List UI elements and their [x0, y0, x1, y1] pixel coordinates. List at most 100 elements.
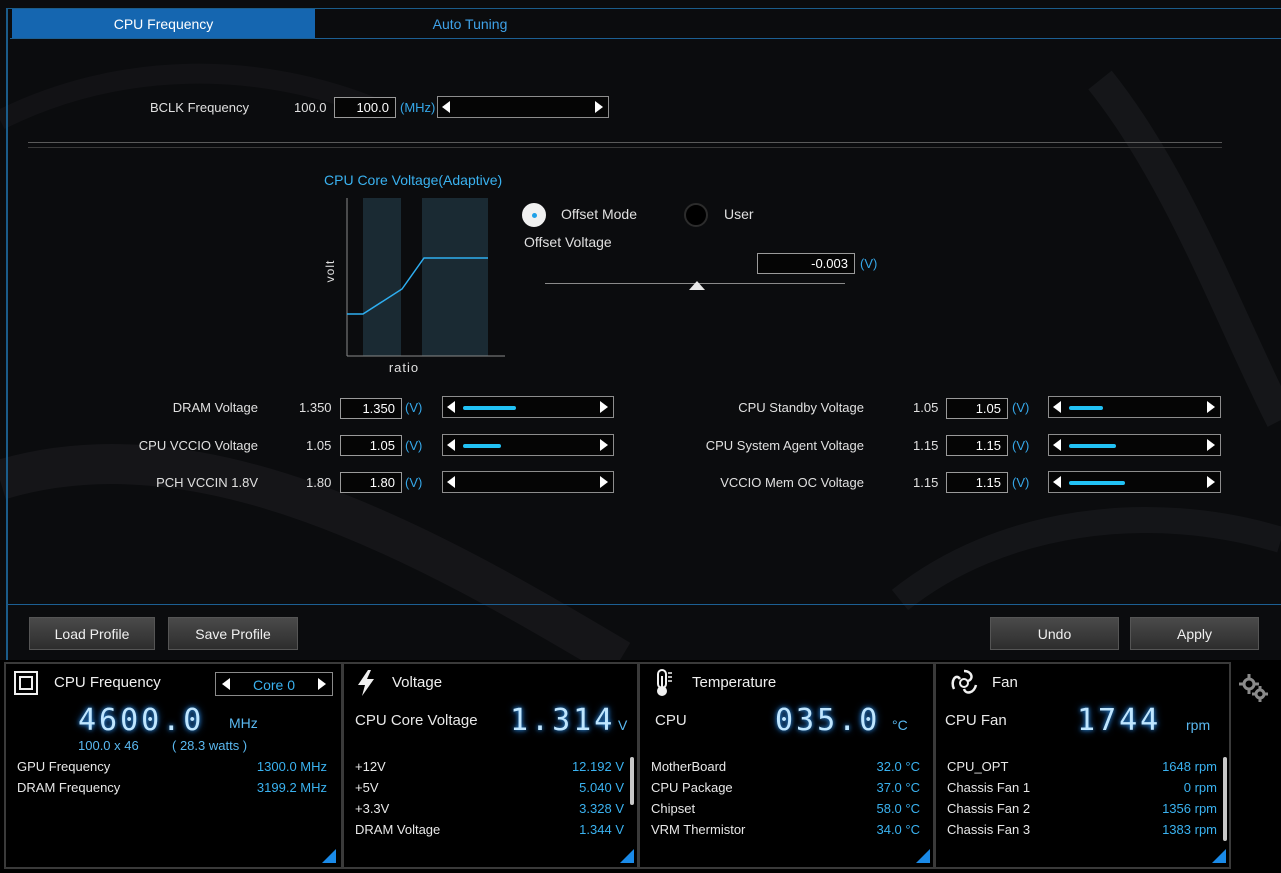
fan-row-value: 0 rpm	[1183, 780, 1217, 795]
gear-icon[interactable]	[1238, 673, 1270, 705]
arrow-right-icon[interactable]	[600, 476, 608, 488]
vccio-mem-oc-voltage-label: VCCIO Mem OC Voltage	[720, 475, 864, 490]
cpu-standby-voltage-input[interactable]: 1.05	[946, 398, 1008, 419]
fan-row-label: CPU_OPT	[947, 759, 1009, 774]
arrow-right-icon[interactable]	[318, 678, 326, 690]
expand-corner-icon[interactable]	[322, 849, 336, 863]
voltage-scrollbar[interactable]	[630, 757, 634, 805]
expand-corner-icon[interactable]	[1212, 849, 1226, 863]
graph-ylabel: volt	[323, 260, 337, 283]
bclk-input[interactable]: 100.0	[334, 97, 396, 118]
fan-panel-title: Fan	[992, 674, 1018, 691]
cpu-vccio-voltage-label: CPU VCCIO Voltage	[138, 438, 258, 453]
arrow-left-icon[interactable]	[447, 401, 455, 413]
cpu-vccio-voltage-current: 1.05	[306, 438, 332, 453]
pch-vccin-input[interactable]: 1.80	[340, 472, 402, 493]
voltage-row-label: DRAM Voltage	[355, 822, 441, 837]
pch-vccin-unit: (V)	[405, 475, 423, 490]
offset-mode-radio[interactable]	[522, 203, 546, 227]
thermometer-icon	[657, 669, 672, 696]
tab-cpu-frequency[interactable]: CPU Frequency	[12, 9, 315, 38]
offset-voltage-unit: (V)	[860, 256, 878, 271]
slider-fill	[463, 406, 516, 410]
cpu-fan-value: 1744	[1077, 703, 1162, 738]
cpu-temperature-label: CPU	[655, 712, 687, 729]
dram-voltage-label: DRAM Voltage	[172, 400, 258, 415]
dram-voltage-unit: (V)	[405, 400, 423, 415]
cpu-vccio-voltage-slider[interactable]	[442, 434, 614, 456]
cpu-vccio-voltage-input[interactable]: 1.05	[340, 435, 402, 456]
dram-voltage-slider[interactable]	[442, 396, 614, 418]
voltage-curve-graph: volt ratio	[323, 198, 505, 375]
arrow-left-icon[interactable]	[447, 476, 455, 488]
core-select[interactable]: Core 0	[215, 672, 333, 696]
undo-button[interactable]: Undo	[990, 617, 1119, 650]
cpu-standby-voltage-slider[interactable]	[1048, 396, 1221, 418]
temperature-panel-title: Temperature	[692, 674, 777, 691]
load-profile-button[interactable]: Load Profile	[29, 617, 155, 650]
slider-thumb-icon[interactable]	[689, 281, 705, 290]
lightning-icon	[358, 670, 374, 696]
cpu-system-agent-voltage-slider[interactable]	[1048, 434, 1221, 456]
arrow-left-icon[interactable]	[1053, 401, 1061, 413]
graph-xlabel: ratio	[389, 360, 419, 375]
arrow-right-icon[interactable]	[1207, 476, 1215, 488]
voltage-row-label: +12V	[355, 759, 386, 774]
tab-auto-tuning[interactable]: Auto Tuning	[320, 9, 620, 38]
pch-vccin-slider[interactable]	[442, 471, 614, 493]
slider-fill	[1069, 406, 1103, 410]
graph-band	[363, 198, 401, 356]
user-mode-radio[interactable]	[684, 203, 708, 227]
vccio-mem-oc-voltage-input[interactable]: 1.15	[946, 472, 1008, 493]
cpu-fan-unit: rpm	[1186, 717, 1211, 733]
voltage-row-value: 5.040 V	[579, 780, 624, 795]
expand-corner-icon[interactable]	[620, 849, 634, 863]
arrow-left-icon[interactable]	[1053, 476, 1061, 488]
graph-band	[422, 198, 488, 356]
arrow-left-icon[interactable]	[1053, 439, 1061, 451]
offset-voltage-label: Offset Voltage	[524, 234, 612, 250]
cpu-frequency-value: 4600.0	[78, 703, 205, 738]
fan-row-value: 1648 rpm	[1162, 759, 1217, 774]
save-profile-button[interactable]: Save Profile	[168, 617, 298, 650]
voltage-row-value: 1.344 V	[579, 822, 624, 837]
temperature-row-label: MotherBoard	[651, 759, 727, 774]
bclk-slider[interactable]	[437, 96, 609, 118]
apply-button[interactable]: Apply	[1130, 617, 1259, 650]
bclk-unit: (MHz)	[400, 100, 436, 115]
arrow-left-icon[interactable]	[442, 101, 450, 113]
cpu-core-voltage-value: 1.314	[510, 703, 616, 738]
cpu-system-agent-voltage-input[interactable]: 1.15	[946, 435, 1008, 456]
user-mode-label: User	[724, 206, 754, 222]
bclk-label: BCLK Frequency	[150, 100, 249, 115]
vccio-mem-oc-voltage-unit: (V)	[1012, 475, 1030, 490]
temperature-row-value: 58.0 °C	[876, 801, 920, 816]
voltage-row-value: 3.328 V	[579, 801, 624, 816]
arrow-right-icon[interactable]	[600, 401, 608, 413]
bclk-current: 100.0	[294, 100, 327, 115]
tab-bar: CPU Frequency Auto Tuning	[10, 9, 1281, 39]
divider	[8, 604, 1281, 605]
graph-title: CPU Core Voltage(Adaptive)	[324, 172, 503, 188]
arrow-right-icon[interactable]	[600, 439, 608, 451]
temperature-row-value: 37.0 °C	[876, 780, 920, 795]
temperature-row-label: VRM Thermistor	[651, 822, 746, 837]
temperature-row-label: CPU Package	[651, 780, 733, 795]
cpu-system-agent-voltage-current: 1.15	[913, 438, 939, 453]
arrow-right-icon[interactable]	[595, 101, 603, 113]
arrow-right-icon[interactable]	[1207, 439, 1215, 451]
offset-voltage-input[interactable]: -0.003	[757, 253, 855, 274]
gpu-frequency-value: 1300.0 MHz	[256, 759, 327, 774]
core-select-value: Core 0	[252, 677, 296, 693]
divider	[28, 147, 1222, 148]
fan-scrollbar[interactable]	[1223, 757, 1227, 841]
arrow-right-icon[interactable]	[1207, 401, 1215, 413]
arrow-left-icon[interactable]	[447, 439, 455, 451]
expand-corner-icon[interactable]	[916, 849, 930, 863]
vccio-mem-oc-voltage-slider[interactable]	[1048, 471, 1221, 493]
cpu-multiplier: 100.0 x 46	[78, 738, 139, 753]
cpu-temperature-unit: °C	[892, 717, 908, 733]
dram-voltage-input[interactable]: 1.350	[340, 398, 402, 419]
temperature-row-value: 32.0 °C	[876, 759, 920, 774]
slider-fill	[463, 444, 501, 448]
